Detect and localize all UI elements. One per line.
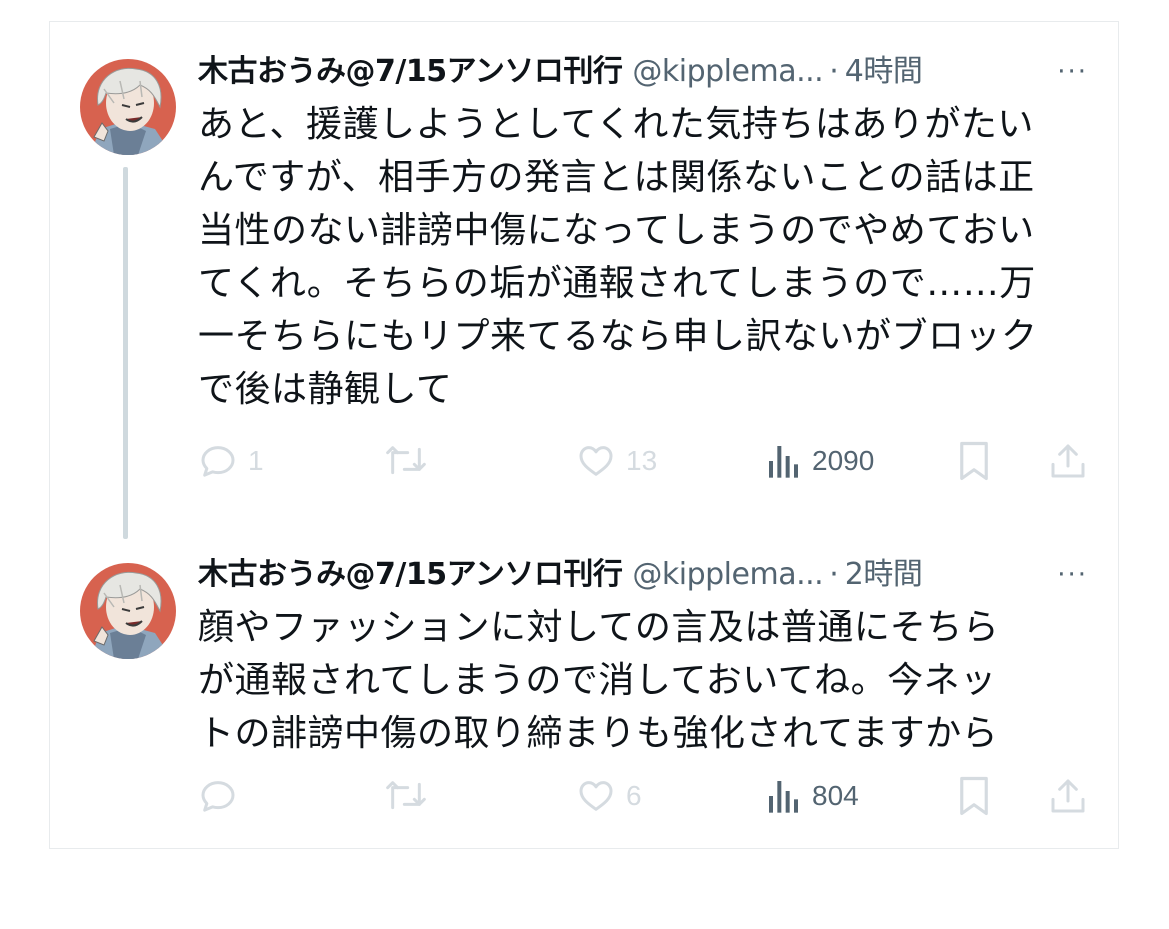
share-icon (1048, 776, 1088, 816)
tweet-text: 顔やファッションに対しての言及は普通にそちら が通報されてしまうので消しておいて… (198, 607, 1000, 754)
more-options-icon[interactable]: ··· (1057, 555, 1088, 595)
separator-dot: · (829, 54, 839, 89)
like-button[interactable]: 6 (576, 773, 642, 819)
view-count: 2090 (812, 445, 875, 476)
heart-icon (576, 441, 616, 481)
reply-count: 1 (248, 445, 264, 476)
bookmark-button[interactable] (956, 773, 992, 819)
retweet-icon (384, 776, 428, 816)
user-handle[interactable]: @kipplema... (632, 555, 823, 595)
separator-dot: · (829, 557, 839, 592)
bookmark-icon (956, 440, 992, 482)
tweet[interactable]: 木古おうみ@7/15アンソロ刊行 @kipplema... · 2時間 ··· … (50, 532, 1118, 850)
bookmark-button[interactable] (956, 438, 992, 484)
thread-connector-line (123, 167, 128, 539)
tweet-text: あと、援護しようとしてくれた気持ちはありがたい んですが、相手方の発言とは関係な… (198, 104, 1038, 410)
more-options-icon[interactable]: ··· (1057, 52, 1088, 92)
reply-icon (198, 776, 238, 816)
reply-icon (198, 441, 238, 481)
tweet-header: 木古おうみ@7/15アンソロ刊行 @kipplema... · 2時間 ··· (198, 555, 1098, 595)
retweet-button[interactable] (384, 438, 428, 484)
display-name[interactable]: 木古おうみ@7/15アンソロ刊行 (198, 52, 623, 92)
tweet[interactable]: 木古おうみ@7/15アンソロ刊行 @kipplema... · 4時間 ··· … (50, 22, 1118, 539)
heart-icon (576, 776, 616, 816)
reply-button[interactable] (198, 773, 248, 819)
avatar[interactable] (80, 59, 176, 155)
user-handle[interactable]: @kipplema... (632, 52, 823, 92)
analytics-icon (766, 776, 802, 816)
view-count: 804 (812, 780, 859, 811)
bookmark-icon (956, 775, 992, 817)
share-button[interactable] (1048, 438, 1088, 484)
like-button[interactable]: 13 (576, 438, 657, 484)
retweet-icon (384, 441, 428, 481)
tweet-actions: 1 13 2090 (198, 438, 1098, 484)
analytics-icon (766, 441, 802, 481)
tweet-actions: 6 804 (198, 773, 1098, 819)
tweet-timestamp[interactable]: 4時間 (845, 52, 923, 92)
like-count: 13 (626, 445, 658, 476)
like-count: 6 (626, 780, 642, 811)
views-button[interactable]: 804 (766, 773, 859, 819)
share-icon (1048, 441, 1088, 481)
tweet-thread-card: 木古おうみ@7/15アンソロ刊行 @kipplema... · 4時間 ··· … (49, 21, 1119, 849)
share-button[interactable] (1048, 773, 1088, 819)
retweet-button[interactable] (384, 773, 428, 819)
tweet-timestamp[interactable]: 2時間 (845, 555, 923, 595)
views-button[interactable]: 2090 (766, 438, 874, 484)
display-name[interactable]: 木古おうみ@7/15アンソロ刊行 (198, 555, 623, 595)
avatar[interactable] (80, 563, 176, 659)
reply-button[interactable]: 1 (198, 438, 264, 484)
tweet-header: 木古おうみ@7/15アンソロ刊行 @kipplema... · 4時間 ··· (198, 52, 1098, 92)
